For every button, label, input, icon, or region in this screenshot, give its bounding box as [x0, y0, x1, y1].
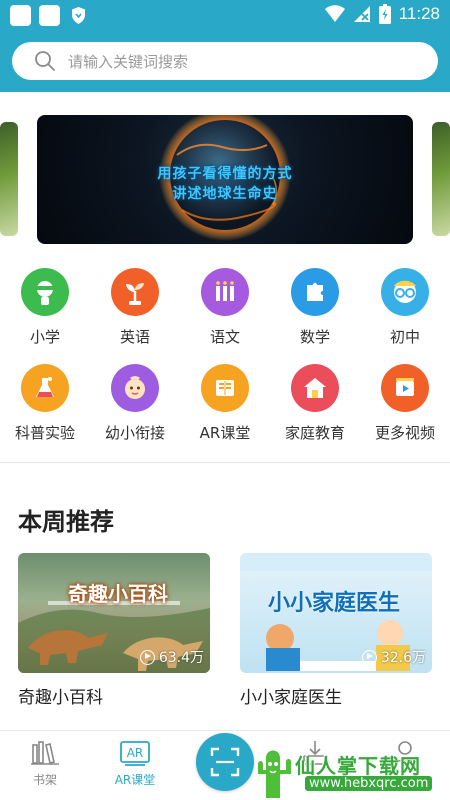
category-junior-high[interactable]: 初中: [360, 268, 450, 364]
status-time: 11:28: [398, 4, 440, 23]
play-icon: [139, 649, 155, 665]
scan-icon: [210, 747, 240, 777]
ar-book-icon: [201, 364, 249, 412]
banner-prev-slide[interactable]: [0, 122, 18, 236]
banner-subheadline: 讲述地球生命史: [172, 186, 278, 202]
search-input[interactable]: 请输入关键词搜索: [12, 42, 438, 80]
nav-ar-class[interactable]: AR AR课堂: [90, 731, 180, 800]
video-card[interactable]: 小小家庭医生 32.6万 小小家庭医生: [240, 553, 432, 708]
thumbnail-title: 奇趣小百科: [68, 582, 168, 606]
category-math[interactable]: 数学: [270, 268, 360, 364]
category-label: 英语: [119, 328, 150, 346]
category-english[interactable]: 英语: [90, 268, 180, 364]
category-label: 语文: [209, 328, 240, 346]
home-icon: [291, 364, 339, 412]
notification-icon: [10, 5, 31, 26]
shield-icon: [72, 7, 85, 24]
search-placeholder: 请输入关键词搜索: [68, 52, 189, 71]
video-card[interactable]: 奇趣小百科 63.4万 奇趣小百科: [18, 553, 210, 708]
nav-label: 书架: [32, 773, 57, 787]
watermark-brand: 仙人掌下载网: [295, 754, 421, 778]
category-label: 家庭教育: [284, 424, 345, 442]
battery-icon: [378, 4, 391, 24]
view-count-badge: 32.6万: [361, 647, 426, 667]
category-ar-class[interactable]: AR课堂: [180, 364, 270, 460]
category-label: 小学: [29, 328, 60, 346]
cactus-logo-icon: [258, 750, 291, 798]
primary-school-icon: [21, 268, 69, 316]
banner-headline: 用孩子看得懂的方式: [157, 166, 293, 182]
scan-button[interactable]: [196, 733, 254, 791]
video-thumbnail: 奇趣小百科 63.4万: [18, 553, 210, 673]
search-header: 请输入关键词搜索: [0, 30, 450, 92]
wifi-icon: [324, 5, 345, 22]
banner-carousel[interactable]: 用孩子看得懂的方式 讲述地球生命史: [0, 112, 450, 244]
nav-label: AR课堂: [114, 773, 156, 787]
play-icon: [361, 649, 377, 665]
sprout-icon: [111, 268, 159, 316]
section-divider: [0, 462, 450, 463]
watermark: 仙人掌下载网 www.hebxqrc.com: [250, 744, 450, 800]
category-chinese[interactable]: 语文: [180, 268, 270, 364]
glasses-student-icon: [381, 268, 429, 316]
video-thumbnail: 小小家庭医生 32.6万: [240, 553, 432, 673]
banner-slide[interactable]: 用孩子看得懂的方式 讲述地球生命史: [37, 115, 413, 244]
baby-face-icon: [111, 364, 159, 412]
category-science-experiment[interactable]: 科普实验: [0, 364, 90, 460]
category-label: 更多视频: [374, 424, 435, 442]
ar-icon: AR: [120, 741, 150, 766]
search-icon: [35, 51, 55, 71]
signal-off-icon: [353, 6, 370, 22]
category-row: 科普实验 幼小衔接 AR课堂 家庭教育 更多视频: [0, 364, 450, 460]
video-title: 小小家庭医生: [240, 688, 342, 708]
chinese-books-icon: [201, 268, 249, 316]
category-label: 初中: [389, 328, 420, 346]
video-title: 奇趣小百科: [18, 688, 103, 708]
category-family-education[interactable]: 家庭教育: [270, 364, 360, 460]
category-row: 小学 英语 语文 数学 初中: [0, 268, 450, 364]
svg-text:AR: AR: [127, 746, 144, 760]
view-count: 32.6万: [380, 650, 426, 666]
notification-icon: [39, 5, 60, 26]
category-grid: 小学 英语 语文 数学 初中 科普实验 幼小衔接 AR课堂 家庭教育 更多视频: [0, 268, 450, 460]
section-title: 本周推荐: [18, 508, 114, 536]
view-count: 63.4万: [158, 650, 204, 666]
category-primary-school[interactable]: 小学: [0, 268, 90, 364]
status-bar: 11:28: [0, 0, 450, 30]
category-more-videos[interactable]: 更多视频: [360, 364, 450, 460]
nav-bookshelf[interactable]: 书架: [0, 731, 90, 800]
category-label: 幼小衔接: [104, 424, 165, 442]
banner-next-slide[interactable]: [432, 122, 450, 236]
category-label: 数学: [299, 328, 330, 346]
flask-icon: [21, 364, 69, 412]
status-system: 11:28: [324, 4, 440, 24]
puzzle-icon: [291, 268, 339, 316]
category-label: 科普实验: [14, 424, 75, 442]
bookshelf-icon: [31, 741, 59, 765]
video-icon: [381, 364, 429, 412]
category-label: AR课堂: [199, 424, 251, 442]
view-count-badge: 63.4万: [139, 647, 204, 667]
thumbnail-title: 小小家庭医生: [268, 591, 401, 616]
category-kindergarten-bridge[interactable]: 幼小衔接: [90, 364, 180, 460]
status-notifications: [10, 5, 89, 26]
watermark-url: www.hebxqrc.com: [305, 776, 433, 791]
